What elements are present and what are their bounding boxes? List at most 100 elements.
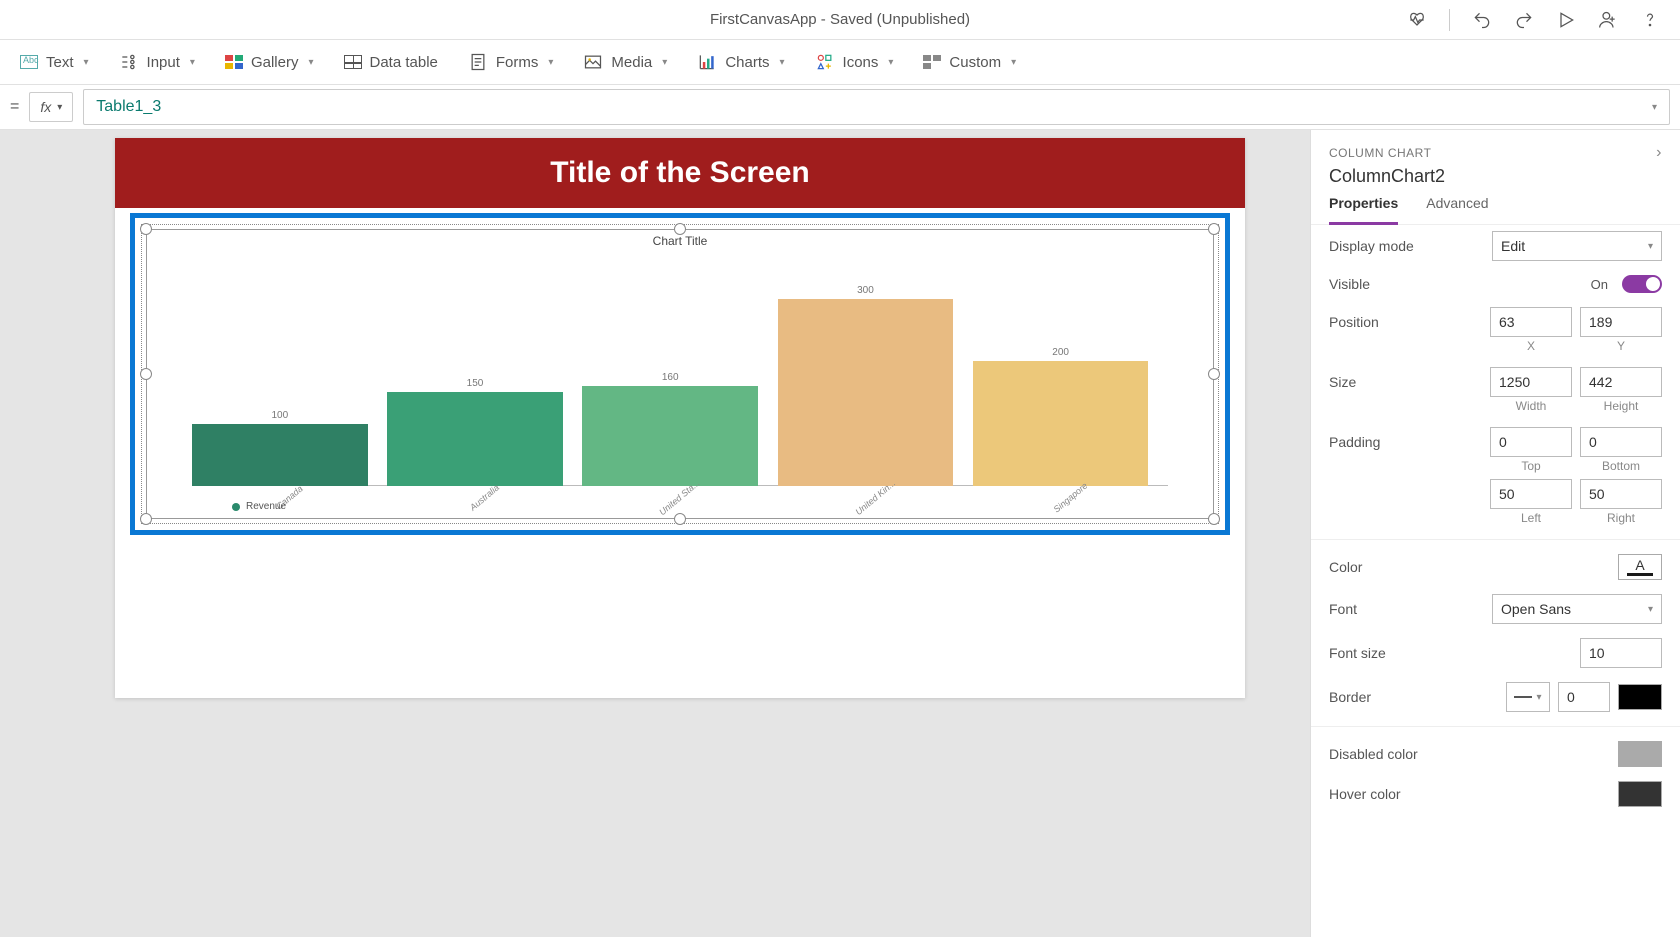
canvas-zone[interactable]: Title of the Screen Chart Title bbox=[0, 130, 1310, 937]
resize-handle[interactable] bbox=[674, 223, 686, 235]
prop-border: Border ▾ bbox=[1329, 682, 1662, 712]
font-size-input[interactable] bbox=[1580, 638, 1662, 668]
chart-selection-outer[interactable]: Chart Title 100Canada150Australia160Unit… bbox=[130, 213, 1230, 535]
workarea: Title of the Screen Chart Title bbox=[0, 130, 1680, 937]
display-mode-select[interactable]: Edit▾ bbox=[1492, 231, 1662, 261]
insert-datatable-label: Data table bbox=[370, 54, 438, 71]
size-h-input[interactable] bbox=[1580, 367, 1662, 397]
titlebar: FirstCanvasApp - Saved (Unpublished) bbox=[0, 0, 1680, 40]
insert-text[interactable]: Abc Text▾ bbox=[20, 54, 89, 71]
border-width-input[interactable] bbox=[1558, 682, 1610, 712]
datatable-icon bbox=[344, 55, 362, 69]
resize-handle[interactable] bbox=[1208, 368, 1220, 380]
tab-properties[interactable]: Properties bbox=[1329, 195, 1398, 224]
position-x-input[interactable] bbox=[1490, 307, 1572, 337]
insert-input[interactable]: Input▾ bbox=[119, 52, 195, 72]
insert-forms[interactable]: Forms▾ bbox=[468, 52, 554, 72]
bar-value-label: 150 bbox=[387, 378, 563, 389]
tab-advanced[interactable]: Advanced bbox=[1426, 195, 1488, 224]
border-style-select[interactable]: ▾ bbox=[1506, 682, 1550, 712]
preview-icon[interactable] bbox=[1556, 10, 1576, 30]
chevron-down-icon: ▾ bbox=[1652, 102, 1657, 113]
padding-left-input[interactable] bbox=[1490, 479, 1572, 509]
hover-color-swatch[interactable] bbox=[1618, 781, 1662, 807]
undo-icon[interactable] bbox=[1472, 10, 1492, 30]
prop-font-size: Font size bbox=[1329, 638, 1662, 668]
help-icon[interactable] bbox=[1640, 10, 1660, 30]
chevron-right-icon: › bbox=[1656, 144, 1662, 162]
visible-toggle[interactable] bbox=[1622, 275, 1662, 293]
fx-selector[interactable]: fx▾ bbox=[29, 92, 73, 122]
bar-value-label: 160 bbox=[582, 372, 758, 383]
legend-label: Revenue bbox=[246, 501, 286, 512]
bar-category-label: Australia bbox=[414, 437, 555, 558]
insert-icons-label: Icons bbox=[843, 54, 879, 71]
prop-color: Color A bbox=[1329, 554, 1662, 580]
text-icon: Abc bbox=[20, 55, 38, 69]
prop-padding: Padding bbox=[1329, 427, 1662, 457]
padding-right-input[interactable] bbox=[1580, 479, 1662, 509]
insert-text-label: Text bbox=[46, 54, 74, 71]
legend-dot-icon bbox=[232, 503, 240, 511]
panel-breadcrumb[interactable]: COLUMN CHART › bbox=[1311, 130, 1680, 162]
resize-handle[interactable] bbox=[140, 513, 152, 525]
app-title: FirstCanvasApp - Saved (Unpublished) bbox=[710, 11, 970, 28]
custom-icon bbox=[923, 55, 941, 69]
media-icon bbox=[583, 52, 603, 72]
insert-media[interactable]: Media▾ bbox=[583, 52, 667, 72]
padding-bottom-input[interactable] bbox=[1580, 427, 1662, 457]
divider bbox=[1449, 9, 1450, 31]
health-icon[interactable] bbox=[1407, 10, 1427, 30]
insert-forms-label: Forms bbox=[496, 54, 539, 71]
canvas-frame[interactable]: Title of the Screen Chart Title bbox=[115, 138, 1245, 698]
visible-value: On bbox=[1591, 277, 1608, 292]
disabled-color-swatch[interactable] bbox=[1618, 741, 1662, 767]
redo-icon[interactable] bbox=[1514, 10, 1534, 30]
column-chart[interactable]: Chart Title 100Canada150Australia160Unit… bbox=[146, 229, 1214, 519]
input-icon bbox=[119, 52, 139, 72]
insert-charts[interactable]: Charts▾ bbox=[697, 52, 784, 72]
chart-bars: 100Canada150Australia160United Sta...300… bbox=[192, 252, 1168, 486]
resize-handle[interactable] bbox=[140, 368, 152, 380]
bar-value-label: 200 bbox=[973, 347, 1149, 358]
insert-gallery[interactable]: Gallery▾ bbox=[225, 54, 314, 71]
chart-bar: 300United Kin... bbox=[778, 299, 954, 486]
formula-value: Table1_3 bbox=[96, 98, 161, 116]
prop-visible: Visible On bbox=[1329, 275, 1662, 293]
position-y-input[interactable] bbox=[1580, 307, 1662, 337]
size-w-input[interactable] bbox=[1490, 367, 1572, 397]
prop-position: Position bbox=[1329, 307, 1662, 337]
chart-selection-inner: Chart Title 100Canada150Australia160Unit… bbox=[141, 224, 1219, 524]
screen-title: Title of the Screen bbox=[115, 138, 1245, 208]
resize-handle[interactable] bbox=[1208, 513, 1220, 525]
color-picker[interactable]: A bbox=[1618, 554, 1662, 580]
insert-icons[interactable]: Icons▾ bbox=[815, 52, 894, 72]
insert-datatable[interactable]: Data table bbox=[344, 54, 438, 71]
prop-size: Size bbox=[1329, 367, 1662, 397]
border-color-swatch[interactable] bbox=[1618, 684, 1662, 710]
insert-toolbar: Abc Text▾ Input▾ Gallery▾ Data table For… bbox=[0, 40, 1680, 85]
insert-input-label: Input bbox=[147, 54, 180, 71]
bar-value-label: 300 bbox=[778, 285, 954, 296]
element-name: ColumnChart2 bbox=[1311, 162, 1680, 195]
equals-icon: = bbox=[10, 98, 19, 116]
resize-handle[interactable] bbox=[140, 223, 152, 235]
prop-font: Font Open Sans▾ bbox=[1329, 594, 1662, 624]
resize-handle[interactable] bbox=[1208, 223, 1220, 235]
padding-top-input[interactable] bbox=[1490, 427, 1572, 457]
divider bbox=[1311, 539, 1680, 540]
insert-custom[interactable]: Custom▾ bbox=[923, 54, 1016, 71]
resize-handle[interactable] bbox=[674, 513, 686, 525]
font-select[interactable]: Open Sans▾ bbox=[1492, 594, 1662, 624]
bar-category-label: United Sta... bbox=[609, 437, 750, 558]
formula-input[interactable]: Table1_3 ▾ bbox=[83, 89, 1670, 125]
prop-hover-color: Hover color bbox=[1329, 781, 1662, 807]
bar-category-label: United Kin... bbox=[805, 437, 946, 558]
chart-bar: 200Singapore bbox=[973, 361, 1149, 486]
properties-body: Display mode Edit▾ Visible On Position X… bbox=[1311, 225, 1680, 937]
chart-bar: 150Australia bbox=[387, 392, 563, 486]
user-icon[interactable] bbox=[1598, 10, 1618, 30]
chart-bar: 160United Sta... bbox=[582, 386, 758, 486]
gallery-icon bbox=[225, 55, 243, 69]
insert-charts-label: Charts bbox=[725, 54, 769, 71]
